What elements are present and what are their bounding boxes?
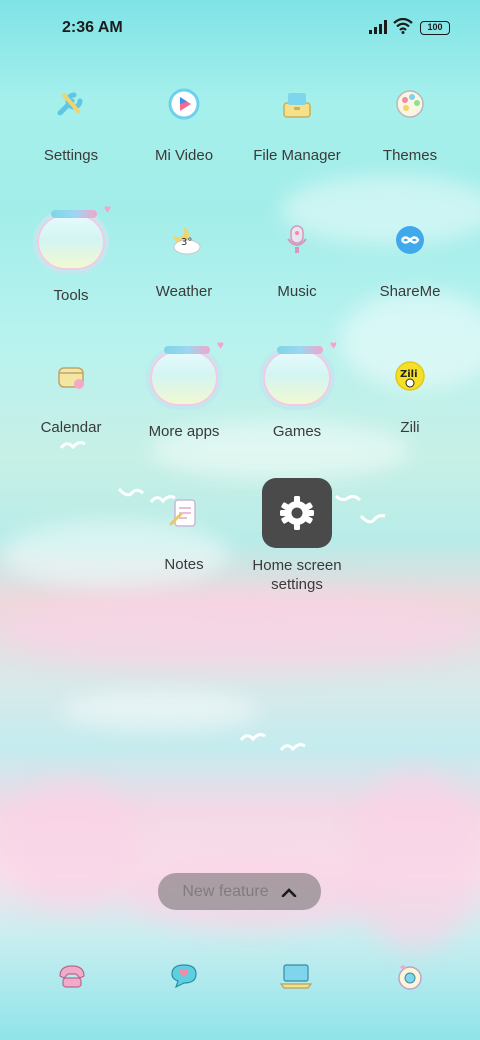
microphone-icon bbox=[269, 212, 325, 268]
zili-badge: Zili bbox=[400, 369, 418, 380]
app-mi-video[interactable]: Mi Video bbox=[129, 76, 239, 165]
palette-icon bbox=[382, 76, 438, 132]
app-settings[interactable]: Settings bbox=[16, 76, 126, 165]
app-label: Calendar bbox=[40, 419, 102, 436]
wifi-icon bbox=[393, 18, 413, 34]
app-zili[interactable]: Zili Zili bbox=[355, 348, 465, 437]
weather-temp: 3° bbox=[181, 237, 192, 248]
app-label: Mi Video bbox=[154, 147, 214, 164]
new-feature-label: New feature bbox=[182, 882, 269, 900]
status-bar: 2:36 AM 100 bbox=[0, 0, 480, 56]
app-calendar[interactable]: Calendar bbox=[16, 348, 126, 437]
folder-icon: ♥ bbox=[257, 338, 337, 410]
bird-decoration bbox=[280, 743, 306, 752]
app-label: Home screen settings bbox=[252, 557, 342, 593]
battery-icon: 100 bbox=[420, 21, 450, 35]
play-icon bbox=[156, 76, 212, 132]
browser-icon[interactable] bbox=[278, 958, 314, 994]
new-feature-button[interactable]: New feature bbox=[158, 873, 321, 910]
app-tools[interactable]: ♥ Tools bbox=[16, 202, 126, 305]
chevron-up-icon bbox=[281, 887, 296, 897]
app-label: Themes bbox=[382, 147, 438, 164]
phone-icon[interactable] bbox=[54, 958, 90, 994]
app-shareme[interactable]: ShareMe bbox=[355, 212, 465, 301]
camera-icon[interactable] bbox=[392, 958, 428, 994]
app-label: Settings bbox=[43, 147, 99, 164]
wrench-icon bbox=[43, 76, 99, 132]
signal-icon bbox=[369, 20, 387, 34]
bird-decoration bbox=[360, 514, 386, 524]
app-label: Games bbox=[272, 423, 322, 440]
folder-icon bbox=[269, 76, 325, 132]
notes-icon bbox=[156, 485, 212, 541]
app-weather[interactable]: 3° Weather bbox=[129, 212, 239, 301]
app-label: ShareMe bbox=[379, 283, 441, 300]
bird-decoration bbox=[60, 441, 86, 450]
weather-icon: 3° bbox=[156, 212, 212, 268]
folder-icon: ♥ bbox=[144, 338, 224, 410]
app-label: Notes bbox=[164, 556, 204, 573]
app-file-manager[interactable]: File Manager bbox=[242, 76, 352, 165]
app-label: Music bbox=[277, 283, 317, 300]
app-music[interactable]: Music bbox=[242, 212, 352, 301]
app-label: More apps bbox=[148, 423, 220, 440]
app-themes[interactable]: Themes bbox=[355, 76, 465, 165]
calendar-icon bbox=[43, 348, 99, 404]
app-label: Weather bbox=[155, 283, 213, 300]
app-more-apps[interactable]: ♥ More apps bbox=[129, 338, 239, 441]
app-label: File Manager bbox=[253, 147, 341, 164]
zili-icon: Zili bbox=[382, 348, 438, 404]
app-games[interactable]: ♥ Games bbox=[242, 338, 352, 441]
infinity-icon bbox=[382, 212, 438, 268]
bird-decoration bbox=[240, 733, 266, 742]
app-label: Zili bbox=[400, 419, 420, 436]
app-notes[interactable]: Notes bbox=[129, 485, 239, 574]
gear-icon bbox=[262, 478, 332, 548]
message-icon[interactable] bbox=[166, 958, 202, 994]
app-home-screen-settings[interactable]: Home screen settings bbox=[242, 478, 352, 594]
folder-icon: ♥ bbox=[31, 202, 111, 274]
app-label: Tools bbox=[53, 287, 89, 304]
status-time: 2:36 AM bbox=[62, 19, 123, 36]
